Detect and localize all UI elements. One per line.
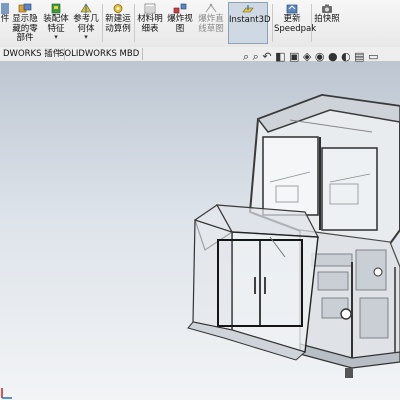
show-hidden-components-icon (18, 3, 32, 13)
bill-of-materials-icon (144, 3, 156, 14)
ribbon-label: 新建运 (105, 14, 131, 24)
front-glass-enclosure[interactable] (187, 204, 320, 361)
ribbon-label: Instant3D (229, 15, 271, 25)
ribbon-button-part[interactable]: 件 (0, 2, 10, 44)
ribbon-label: 爆炸直 (198, 14, 224, 24)
tab-solidworks-mbd[interactable]: SOLIDWORKS MBD (56, 48, 144, 60)
hide-show-icon[interactable]: ◉ (315, 50, 325, 63)
ribbon-label: 材料明 (137, 14, 163, 24)
ribbon-label: 更新 (283, 14, 301, 24)
ribbon-separator (311, 4, 312, 42)
ribbon-label: 图 (175, 23, 185, 34)
ribbon-separator (102, 4, 103, 42)
part-icon (1, 3, 9, 14)
section-view-icon[interactable]: ◧ (275, 50, 285, 63)
graphics-area[interactable] (0, 62, 400, 400)
view-orientation-icon[interactable]: ▣ (289, 50, 299, 63)
ribbon-label: 线草图 (198, 23, 224, 34)
motion-study-icon (113, 4, 123, 13)
update-speedpak-icon (286, 4, 298, 14)
view-settings-icon[interactable]: ▤ (354, 50, 364, 63)
ribbon-label: 显示隐 (12, 14, 38, 24)
edit-appearance-icon[interactable]: ● (328, 50, 338, 63)
reference-geometry-button[interactable]: 参考几 何体 ▾ (72, 2, 100, 44)
leveling-foot (345, 368, 353, 378)
scene-icon[interactable]: ◐ (341, 50, 351, 63)
ribbon-label: 特征 (47, 23, 65, 34)
camera-icon (322, 4, 332, 13)
ribbon-label: 动算例 (105, 23, 131, 34)
previous-view-icon[interactable]: ↶ (262, 50, 271, 63)
ribbon-label: 细表 (141, 23, 159, 34)
exploded-view-button[interactable]: 爆炸视 图 (166, 2, 194, 44)
zoom-to-fit-icon[interactable]: ⌕ (243, 50, 249, 63)
show-hidden-components-button[interactable]: 显示隐 藏的零 部件 (10, 2, 40, 44)
ribbon-label: 装配体 (43, 14, 69, 24)
ribbon-label: 部件 (16, 33, 34, 43)
update-speedpak-button[interactable]: 更新 Speedpak (274, 2, 316, 44)
take-snapshot-button[interactable]: 拍快照 (313, 2, 341, 44)
display-style-icon[interactable]: ◈ (303, 50, 311, 63)
new-motion-study-button[interactable]: 新建运 动算例 (104, 2, 132, 44)
explode-line-sketch-icon (205, 3, 217, 13)
ribbon-label: 参考几 (73, 14, 99, 24)
ribbon-label: Speedpak (274, 23, 317, 34)
ribbon-separator (134, 4, 135, 42)
assembly-features-button[interactable]: 装配体 特征 ▾ (42, 2, 70, 44)
assembly-model[interactable] (0, 62, 400, 400)
assembly-features-icon (51, 3, 61, 14)
ribbon-label: 件 (0, 14, 10, 24)
ribbon-label: 藏的零 (12, 23, 38, 34)
zoom-area-icon[interactable]: ⌕ (253, 50, 259, 63)
dropdown-caret-icon[interactable]: ▾ (72, 34, 100, 41)
exploded-view-icon (173, 3, 187, 14)
reference-geometry-icon (80, 3, 92, 13)
instant3d-button[interactable]: Instant3D (228, 2, 271, 44)
ribbon-label: 何体 (77, 23, 95, 34)
instant3d-icon (242, 5, 254, 13)
bill-of-materials-button[interactable]: 材料明 细表 (136, 2, 164, 44)
dropdown-caret-icon[interactable]: ▾ (42, 34, 70, 41)
ribbon-separator (272, 4, 273, 42)
reference-triad-icon (1, 388, 12, 399)
ribbon-label: 爆炸视 (167, 14, 193, 24)
command-manager-ribbon: 件 显示隐 藏的零 部件 装配体 特征 ▾ 参考几 何体 ▾ 新建运 动算例 材… (0, 0, 400, 48)
render-icon[interactable]: ▭ (368, 50, 378, 63)
ribbon-label: 拍快照 (314, 14, 340, 24)
heads-up-view-toolbar: ⌕ ⌕ ↶ ◧ ▣ ◈ ◉ ● ◐ ▤ ▭ (243, 50, 378, 64)
explode-line-sketch-button[interactable]: 爆炸直 线草图 (196, 2, 226, 44)
